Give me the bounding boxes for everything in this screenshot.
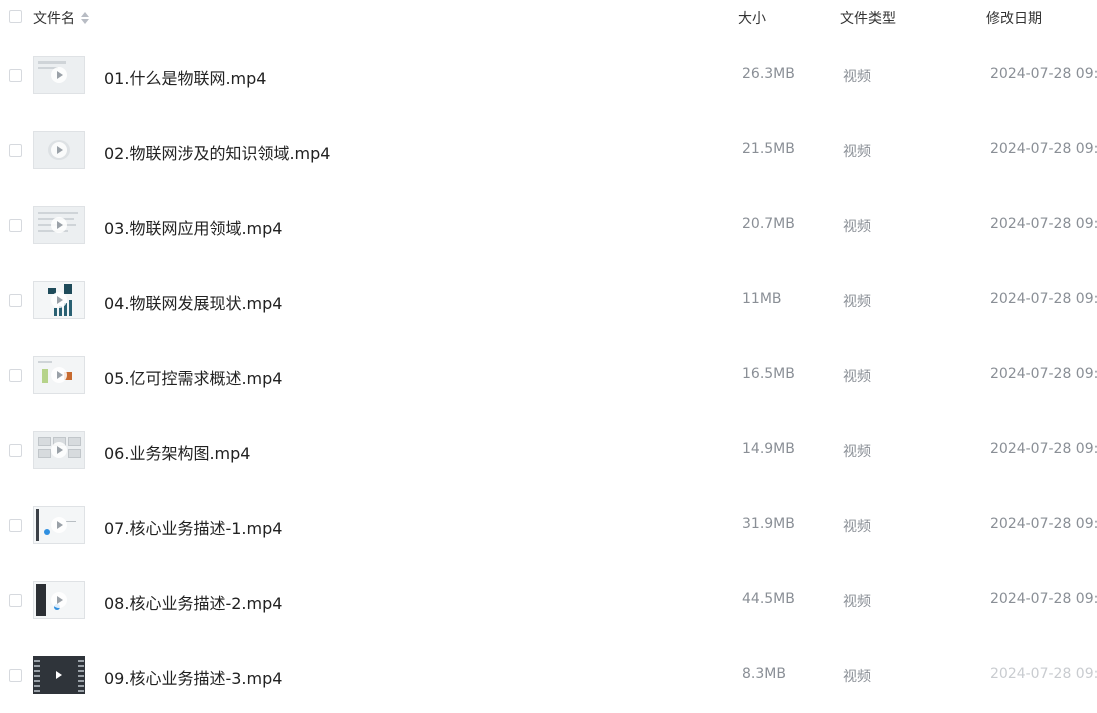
video-thumbnail[interactable] xyxy=(33,431,85,469)
file-row[interactable]: 06.业务架构图.mp4 14.9MB 视频 2024-07-28 09: xyxy=(0,413,1097,488)
file-size: 11MB xyxy=(742,291,782,307)
file-row[interactable]: 08.核心业务描述-2.mp4 44.5MB 视频 2024-07-28 09: xyxy=(0,563,1097,638)
file-row[interactable]: 01.什么是物联网.mp4 26.3MB 视频 2024-07-28 09: xyxy=(0,38,1097,113)
file-row[interactable]: 02.物联网涉及的知识领域.mp4 21.5MB 视频 2024-07-28 0… xyxy=(0,113,1097,188)
file-size: 44.5MB xyxy=(742,591,795,607)
play-icon xyxy=(51,517,67,533)
video-thumbnail[interactable] xyxy=(33,56,85,94)
file-size: 8.3MB xyxy=(742,666,786,682)
file-type: 视频 xyxy=(843,144,871,160)
select-all-checkbox[interactable] xyxy=(9,10,22,23)
row-checkbox[interactable] xyxy=(9,669,22,682)
play-icon xyxy=(51,67,67,83)
file-size: 20.7MB xyxy=(742,216,795,232)
file-modified-date: 2024-07-28 09: xyxy=(990,366,1097,382)
file-name[interactable]: 05.亿可控需求概述.mp4 xyxy=(104,365,282,389)
play-icon xyxy=(51,592,67,608)
file-size: 26.3MB xyxy=(742,66,795,82)
column-header-date[interactable]: 修改日期 xyxy=(986,8,1042,28)
file-modified-date: 2024-07-28 09: xyxy=(990,141,1097,157)
file-name[interactable]: 09.核心业务描述-3.mp4 xyxy=(104,665,282,689)
play-icon xyxy=(51,292,67,308)
column-header-name[interactable]: 文件名 xyxy=(33,8,89,28)
play-icon xyxy=(51,142,67,158)
file-name[interactable]: 03.物联网应用领域.mp4 xyxy=(104,215,282,239)
file-size: 14.9MB xyxy=(742,441,795,457)
row-checkbox[interactable] xyxy=(9,519,22,532)
file-row[interactable]: 03.物联网应用领域.mp4 20.7MB 视频 2024-07-28 09: xyxy=(0,188,1097,263)
file-modified-date: 2024-07-28 09: xyxy=(990,216,1097,232)
file-name[interactable]: 06.业务架构图.mp4 xyxy=(104,440,250,464)
file-name[interactable]: 07.核心业务描述-1.mp4 xyxy=(104,515,282,539)
file-type: 视频 xyxy=(843,594,871,610)
video-thumbnail[interactable] xyxy=(33,581,85,619)
column-header-size[interactable]: 大小 xyxy=(738,8,766,28)
row-checkbox[interactable] xyxy=(9,444,22,457)
file-modified-date: 2024-07-28 09: xyxy=(990,666,1097,682)
file-name[interactable]: 01.什么是物联网.mp4 xyxy=(104,65,266,89)
file-row[interactable]: 04.物联网发展现状.mp4 11MB 视频 2024-07-28 09: xyxy=(0,263,1097,338)
row-checkbox[interactable] xyxy=(9,144,22,157)
play-icon xyxy=(51,667,67,683)
video-thumbnail[interactable] xyxy=(33,356,85,394)
row-checkbox[interactable] xyxy=(9,369,22,382)
row-checkbox[interactable] xyxy=(9,294,22,307)
row-checkbox[interactable] xyxy=(9,594,22,607)
file-row[interactable]: 07.核心业务描述-1.mp4 31.9MB 视频 2024-07-28 09: xyxy=(0,488,1097,563)
file-type: 视频 xyxy=(843,294,871,310)
row-checkbox[interactable] xyxy=(9,219,22,232)
file-name[interactable]: 04.物联网发展现状.mp4 xyxy=(104,290,282,314)
video-file-icon[interactable] xyxy=(33,656,85,694)
file-modified-date: 2024-07-28 09: xyxy=(990,441,1097,457)
file-row[interactable]: 05.亿可控需求概述.mp4 16.5MB 视频 2024-07-28 09: xyxy=(0,338,1097,413)
file-name[interactable]: 02.物联网涉及的知识领域.mp4 xyxy=(104,140,330,164)
video-thumbnail[interactable] xyxy=(33,281,85,319)
video-thumbnail[interactable] xyxy=(33,206,85,244)
file-type: 视频 xyxy=(843,69,871,85)
file-row[interactable]: 09.核心业务描述-3.mp4 8.3MB 视频 2024-07-28 09: xyxy=(0,638,1097,713)
play-icon xyxy=(51,217,67,233)
file-size: 31.9MB xyxy=(742,516,795,532)
file-modified-date: 2024-07-28 09: xyxy=(990,291,1097,307)
play-icon xyxy=(51,367,67,383)
file-modified-date: 2024-07-28 09: xyxy=(990,591,1097,607)
file-modified-date: 2024-07-28 09: xyxy=(990,66,1097,82)
file-modified-date: 2024-07-28 09: xyxy=(990,516,1097,532)
row-checkbox[interactable] xyxy=(9,69,22,82)
file-name[interactable]: 08.核心业务描述-2.mp4 xyxy=(104,590,282,614)
video-thumbnail[interactable] xyxy=(33,131,85,169)
file-type: 视频 xyxy=(843,219,871,235)
file-list-header: 文件名 大小 文件类型 修改日期 xyxy=(0,0,1097,34)
play-icon xyxy=(51,442,67,458)
file-size: 16.5MB xyxy=(742,366,795,382)
file-type: 视频 xyxy=(843,519,871,535)
file-size: 21.5MB xyxy=(742,141,795,157)
video-thumbnail[interactable] xyxy=(33,506,85,544)
file-type: 视频 xyxy=(843,444,871,460)
file-type: 视频 xyxy=(843,369,871,385)
sort-icon[interactable] xyxy=(81,12,89,24)
file-type: 视频 xyxy=(843,669,871,685)
column-header-type[interactable]: 文件类型 xyxy=(840,8,896,28)
column-header-name-label: 文件名 xyxy=(33,11,75,27)
